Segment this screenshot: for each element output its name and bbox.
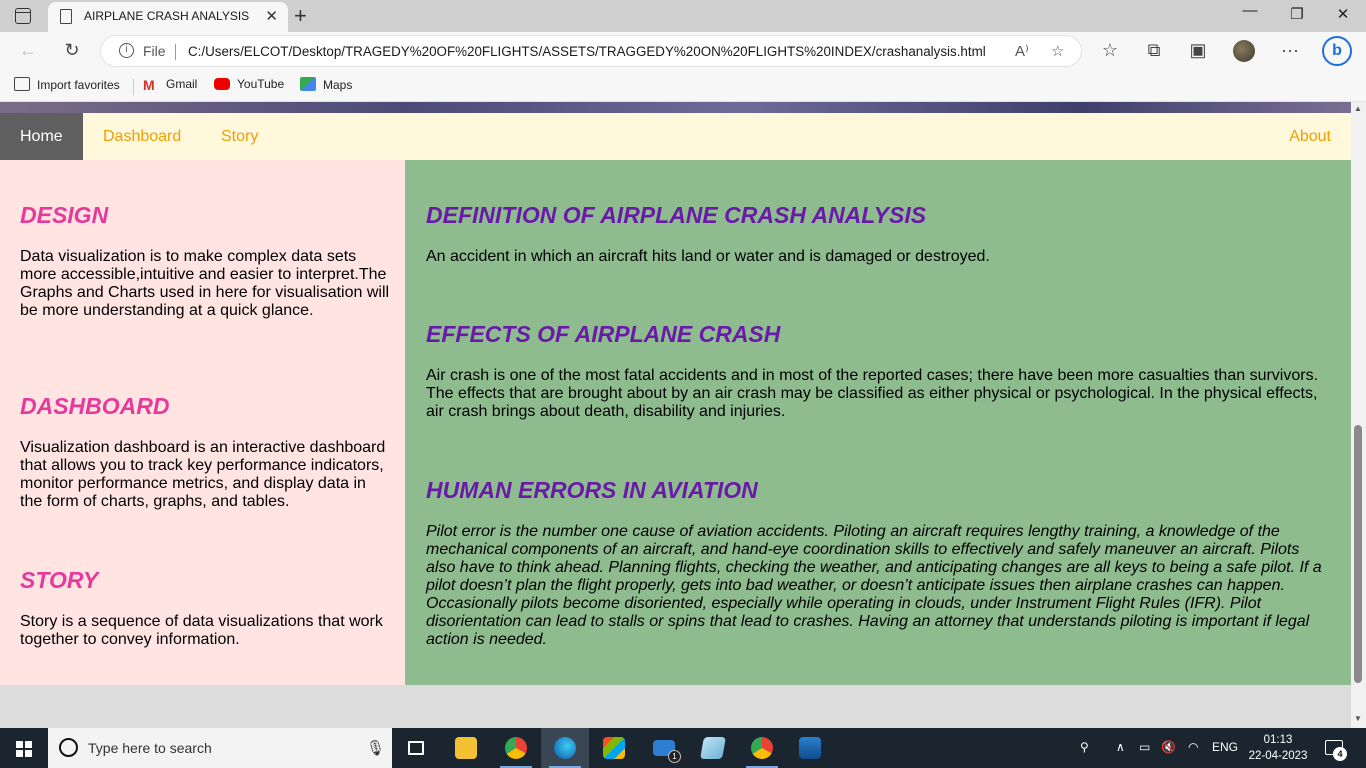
import-icon [14, 77, 30, 91]
clock-date: 22-04-2023 [1248, 750, 1308, 762]
read-aloud-icon[interactable]: A⁾ [1015, 42, 1029, 60]
mail-badge: 1 [668, 750, 681, 763]
battery-icon[interactable]: ▭ [1139, 740, 1150, 754]
gmail-icon: M [143, 77, 155, 93]
browser-title-bar: AIRPLANE CRASH ANALYSIS ✕ + — ❐ ✕ [0, 0, 1366, 32]
favorite-import[interactable]: Import favorites [14, 77, 120, 92]
taskbar-chrome[interactable] [738, 728, 786, 768]
favorite-label: YouTube [237, 77, 285, 91]
taskbar-store[interactable] [590, 728, 638, 768]
scrollbar-thumb[interactable] [1354, 425, 1362, 683]
microphone-icon[interactable]: 🎙 [366, 739, 385, 757]
address-url[interactable]: C:/Users/ELCOT/Desktop/TRAGEDY%20OF%20FL… [188, 44, 986, 59]
scroll-down-icon[interactable]: ▼ [1354, 714, 1362, 723]
notification-count: 4 [1333, 747, 1347, 761]
banner-image [0, 102, 1351, 113]
people-icon[interactable]: ⚲ [1080, 740, 1089, 754]
taskbar-mail[interactable]: 1 [640, 728, 688, 768]
store-icon [603, 737, 625, 759]
photos-icon [799, 737, 821, 759]
favorite-maps[interactable]: Maps [300, 77, 352, 92]
wifi-icon[interactable]: ◠ [1188, 740, 1198, 754]
clock-time: 01:13 [1263, 734, 1293, 746]
add-favorite-icon[interactable]: ☆ [1051, 42, 1064, 60]
folder-icon [455, 737, 477, 759]
definition-text: An accident in which an aircraft hits la… [426, 248, 990, 265]
split-screen-icon[interactable]: ▣ [1186, 40, 1210, 61]
close-tab-icon[interactable]: ✕ [265, 7, 278, 25]
page-icon [60, 9, 72, 24]
restore-icon[interactable]: ❐ [1282, 5, 1312, 23]
nav-dashboard[interactable]: Dashboard [83, 113, 201, 160]
info-icon[interactable]: i [119, 43, 134, 58]
favorite-label: Import favorites [37, 78, 120, 92]
taskbar-search[interactable]: Type here to search 🎙 [48, 728, 392, 768]
search-placeholder: Type here to search [88, 740, 212, 756]
new-tab-button[interactable]: + [294, 3, 307, 29]
page-scrollbar[interactable]: ▲ ▼ [1351, 102, 1366, 728]
back-icon[interactable]: ← [16, 40, 40, 61]
taskbar-photos[interactable] [786, 728, 834, 768]
site-navbar: Home Dashboard Story About [0, 113, 1351, 160]
scroll-up-icon[interactable]: ▲ [1354, 104, 1362, 113]
favorites-separator [133, 79, 134, 95]
right-column: DEFINITION OF AIRPLANE CRASH ANALYSIS An… [405, 160, 1351, 685]
cortana-icon [59, 738, 78, 757]
favorite-label: Gmail [166, 77, 198, 91]
edge-icon [554, 737, 576, 759]
nav-home[interactable]: Home [0, 113, 83, 160]
address-bar[interactable]: i File C:/Users/ELCOT/Desktop/TRAGEDY%20… [100, 35, 1082, 67]
notes-icon [700, 737, 726, 759]
human-errors-text: Pilot error is the number one cause of a… [426, 523, 1322, 648]
favorites-bar: Import favorites M Gmail YouTube Maps [0, 72, 1366, 102]
dashboard-text: Visualization dashboard is an interactiv… [20, 439, 386, 510]
windows-start-icon[interactable] [16, 741, 32, 757]
chrome-icon [751, 737, 773, 759]
taskbar-edge[interactable] [541, 728, 589, 768]
favorite-youtube[interactable]: YouTube [214, 77, 284, 91]
left-column: DESIGN Data visualization is to make com… [0, 160, 405, 685]
definition-heading: DEFINITION OF AIRPLANE CRASH ANALYSIS [426, 202, 927, 228]
collections-icon[interactable]: ⧉ [1142, 40, 1166, 61]
chrome-icon [505, 737, 527, 759]
bing-icon[interactable]: b [1322, 36, 1352, 66]
human-errors-heading: HUMAN ERRORS IN AVIATION [426, 477, 758, 503]
volume-muted-icon[interactable]: 🔇 [1161, 740, 1176, 754]
effects-heading: EFFECTS OF AIRPLANE CRASH [426, 321, 781, 347]
taskbar-clock[interactable]: 01:13 22-04-2023 [1248, 732, 1308, 764]
favorite-label: Maps [323, 78, 353, 92]
taskbar-chrome-profile[interactable] [492, 728, 540, 768]
favorites-icon[interactable]: ☆ [1098, 40, 1122, 61]
show-hidden-icons[interactable]: ∧ [1116, 740, 1125, 754]
nav-about[interactable]: About [1269, 113, 1351, 160]
story-text: Story is a sequence of data visualizatio… [20, 613, 383, 648]
profile-avatar[interactable] [1233, 40, 1255, 62]
design-heading: DESIGN [20, 202, 109, 228]
language-indicator[interactable]: ENG [1212, 740, 1238, 754]
effects-text: Air crash is one of the most fatal accid… [426, 367, 1319, 420]
minimize-icon[interactable]: — [1235, 2, 1265, 19]
browser-tab[interactable]: AIRPLANE CRASH ANALYSIS ✕ [48, 2, 288, 32]
task-view-button[interactable] [392, 728, 440, 768]
tab-title: AIRPLANE CRASH ANALYSIS [84, 9, 250, 23]
design-text: Data visualization is to make complex da… [20, 248, 390, 319]
taskbar-file-explorer[interactable] [442, 728, 490, 768]
windows-taskbar: Type here to search 🎙 1 ⚲ ∧ ▭ 🔇 ◠ ENG 01… [0, 728, 1366, 768]
address-separator [175, 44, 176, 60]
browser-toolbar: ← ↻ i File C:/Users/ELCOT/Desktop/TRAGED… [0, 32, 1366, 72]
dashboard-heading: DASHBOARD [20, 393, 170, 419]
page-viewport: Home Dashboard Story About DESIGN Data v… [0, 102, 1351, 728]
favorite-gmail[interactable]: M Gmail [143, 77, 197, 92]
more-options-icon[interactable]: ··· [1278, 40, 1302, 61]
story-heading: STORY [20, 567, 99, 593]
refresh-icon[interactable]: ↻ [60, 40, 84, 61]
youtube-icon [214, 78, 230, 90]
task-view-icon [408, 741, 424, 755]
nav-story[interactable]: Story [201, 113, 278, 160]
close-window-icon[interactable]: ✕ [1328, 5, 1358, 23]
taskbar-notes[interactable] [689, 728, 737, 768]
tab-actions-icon[interactable] [15, 8, 31, 24]
address-scheme-label: File [143, 43, 166, 59]
maps-icon [300, 77, 316, 91]
